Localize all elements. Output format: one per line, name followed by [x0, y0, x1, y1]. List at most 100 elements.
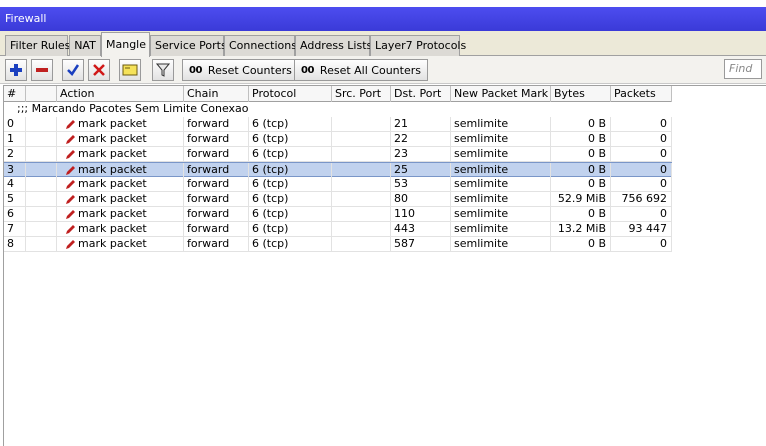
cell-src-port — [332, 222, 391, 236]
cell-number: 5 — [4, 192, 26, 206]
cell-chain: forward — [184, 177, 249, 191]
cell-new-packet-mark: semlimite — [451, 177, 551, 191]
reset-counters-button[interactable]: 00 Reset Counters — [182, 59, 299, 81]
cell-number: 8 — [4, 237, 26, 251]
table-row[interactable]: 3 mark packet forward 6 (tcp) 25 semlimite 0 B… — [4, 162, 672, 177]
table-row[interactable]: 1 mark packet forward 6 (tcp) 22 semlimite 0 B… — [4, 132, 672, 147]
col-header-flags[interactable] — [26, 86, 57, 102]
cell-bytes: 0 B — [551, 117, 611, 131]
table-row[interactable]: 5 mark packet forward 6 (tcp) 80 semlimite 52.… — [4, 192, 672, 207]
cell-dst-port: 22 — [391, 132, 451, 146]
table-header: # Action Chain Protocol Src. Port Dst. P… — [4, 86, 672, 102]
table-row[interactable]: 8 mark packet forward 6 (tcp) 587 semlimite 0 … — [4, 237, 672, 252]
cell-number: 6 — [4, 207, 26, 221]
col-header-bytes[interactable]: Bytes — [551, 86, 611, 102]
col-header-new-packet-mark[interactable]: New Packet Mark — [451, 86, 551, 102]
cell-flags — [26, 117, 57, 131]
cell-protocol: 6 (tcp) — [249, 177, 332, 191]
table-row[interactable]: 4 mark packet forward 6 (tcp) 53 semlimite 0 B… — [4, 177, 672, 192]
cell-flags — [26, 207, 57, 221]
check-icon — [67, 64, 80, 76]
window-titlebar: Firewall — [0, 7, 766, 31]
cell-flags — [26, 177, 57, 191]
cell-protocol: 6 (tcp) — [249, 192, 332, 206]
cell-protocol: 6 (tcp) — [249, 132, 332, 146]
col-header-packets[interactable]: Packets — [611, 86, 672, 102]
cell-flags — [26, 147, 57, 161]
cell-packets: 0 — [611, 237, 672, 251]
cell-dst-port: 21 — [391, 117, 451, 131]
pencil-icon — [66, 209, 75, 219]
cell-action: mark packet — [57, 192, 184, 206]
cell-src-port — [332, 207, 391, 221]
table-row[interactable]: 6 mark packet forward 6 (tcp) 110 semlimite 0 … — [4, 207, 672, 222]
cell-bytes: 0 B — [551, 207, 611, 221]
cell-packets: 0 — [611, 132, 672, 146]
table-row[interactable]: 2 mark packet forward 6 (tcp) 23 semlimite 0 B… — [4, 147, 672, 162]
table-row[interactable]: 7 mark packet forward 6 (tcp) 443 semlimite 13… — [4, 222, 672, 237]
cell-dst-port: 80 — [391, 192, 451, 206]
add-button[interactable] — [5, 59, 27, 81]
cell-chain: forward — [184, 147, 249, 161]
col-header-protocol[interactable]: Protocol — [249, 86, 332, 102]
col-header-number[interactable]: # — [4, 86, 26, 102]
action-label: mark packet — [78, 177, 147, 190]
cell-src-port — [332, 192, 391, 206]
cell-bytes: 0 B — [551, 177, 611, 191]
cell-action: mark packet — [57, 147, 184, 161]
cell-src-port — [332, 132, 391, 146]
cell-protocol: 6 (tcp) — [249, 207, 332, 221]
tab-nat[interactable]: NAT — [69, 35, 101, 56]
rule-comment: ;;; Marcando Pacotes Sem Limite Conexao — [17, 102, 249, 115]
col-header-src-port[interactable]: Src. Port — [332, 86, 391, 102]
cell-new-packet-mark: semlimite — [451, 192, 551, 206]
cell-number: 4 — [4, 177, 26, 191]
cell-bytes: 52.9 MiB — [551, 192, 611, 206]
cell-packets: 0 — [611, 177, 672, 191]
filter-button[interactable] — [152, 59, 174, 81]
cell-bytes: 13.2 MiB — [551, 222, 611, 236]
window-title: Firewall — [5, 12, 47, 25]
pencil-icon — [66, 119, 75, 129]
enable-button[interactable] — [62, 59, 84, 81]
cell-action: mark packet — [57, 207, 184, 221]
comment-button[interactable] — [119, 59, 141, 81]
find-input[interactable]: Find — [724, 59, 762, 79]
action-label: mark packet — [78, 132, 147, 145]
cell-packets: 756 692 — [611, 192, 672, 206]
cell-chain: forward — [184, 117, 249, 131]
cell-chain: forward — [184, 237, 249, 251]
col-header-action[interactable]: Action — [57, 86, 184, 102]
tab-address-lists[interactable]: Address Lists — [295, 35, 372, 56]
cell-new-packet-mark: semlimite — [451, 207, 551, 221]
cell-number: 1 — [4, 132, 26, 146]
reset-all-counters-button[interactable]: 00 Reset All Counters — [294, 59, 428, 81]
cell-number: 0 — [4, 117, 26, 131]
cell-new-packet-mark: semlimite — [451, 222, 551, 236]
mangle-rules-table: # Action Chain Protocol Src. Port Dst. P… — [3, 85, 766, 446]
tab-filter-rules[interactable]: Filter Rules — [5, 35, 70, 56]
tab-service-ports[interactable]: Service Ports — [150, 35, 227, 56]
cell-chain: forward — [184, 207, 249, 221]
cell-action: mark packet — [57, 117, 184, 131]
pencil-icon — [66, 194, 75, 204]
tab-connections[interactable]: Connections — [224, 35, 297, 56]
cell-protocol: 6 (tcp) — [249, 117, 332, 131]
cell-new-packet-mark: semlimite — [451, 132, 551, 146]
col-header-chain[interactable]: Chain — [184, 86, 249, 102]
col-header-dst-port[interactable]: Dst. Port — [391, 86, 451, 102]
cell-bytes: 0 B — [551, 147, 611, 161]
action-label: mark packet — [78, 207, 147, 220]
table-row[interactable]: 0 mark packet forward 6 (tcp) 21 semlimite 0 B… — [4, 117, 672, 132]
action-label: mark packet — [78, 192, 147, 205]
remove-button[interactable] — [31, 59, 53, 81]
tab-mangle[interactable]: Mangle — [101, 32, 150, 57]
cell-flags — [26, 222, 57, 236]
cell-number: 3 — [4, 163, 26, 177]
pencil-icon — [66, 165, 75, 175]
cell-src-port — [332, 163, 391, 177]
tab-layer7-protocols[interactable]: Layer7 Protocols — [370, 35, 466, 56]
disable-button[interactable] — [88, 59, 110, 81]
pencil-icon — [66, 224, 75, 234]
cell-new-packet-mark: semlimite — [451, 147, 551, 161]
